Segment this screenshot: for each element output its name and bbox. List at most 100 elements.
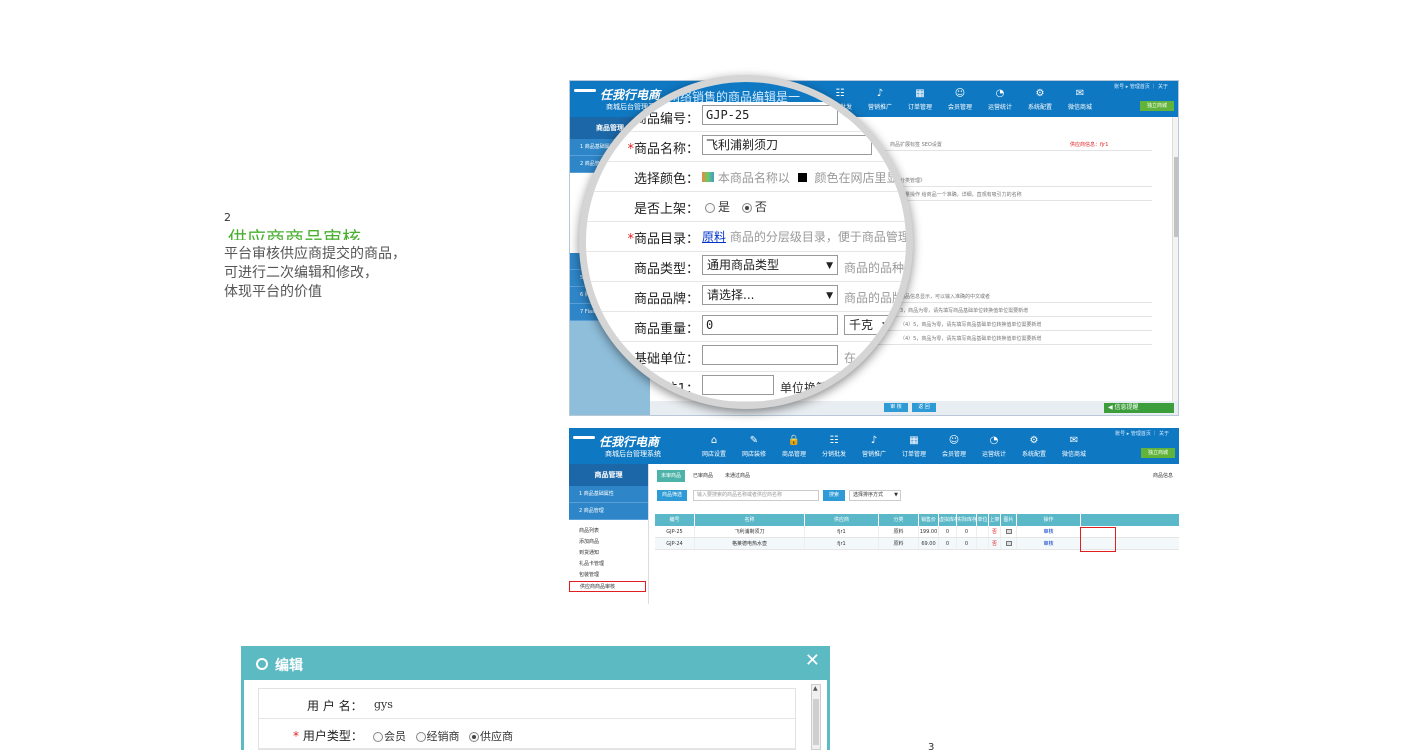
editor-scrollbar[interactable] (1172, 117, 1178, 415)
sidebar-item-gift-card[interactable]: 礼品卡管理 (569, 559, 648, 570)
image-icon (1001, 538, 1017, 549)
message-reminder-button[interactable]: ◀ 信息提醒 (1104, 403, 1174, 413)
nav-item-label: 运营统计 (981, 450, 1006, 458)
top-links[interactable]: 账号 ▸ 管理首页 ｜ 关于 (1114, 83, 1168, 90)
column-header[interactable]: 实际库存 (957, 514, 977, 526)
field-label: 商品重量： (633, 322, 699, 337)
listed-no-radio[interactable] (741, 202, 752, 213)
product-brand-select[interactable]: 请选择... ▼ (702, 285, 838, 305)
sidebar-item-product-list[interactable]: 商品列表 (569, 526, 648, 537)
table-cell-unit (977, 538, 989, 549)
field-row-unit1: 位1： 单位换算 (586, 372, 906, 402)
independent-shop-button[interactable]: 独立商城 (1140, 101, 1174, 111)
column-header[interactable]: 上架 (989, 514, 1001, 526)
product-weight-input[interactable]: 0 (702, 315, 838, 335)
product-info-link[interactable]: 商品信息 (1149, 470, 1177, 482)
review-table-header: 编号名称供应商分类销售价虚拟库存实际库存单位上架图片操作 (655, 514, 1179, 526)
magnifier-lens: （网络销售的商品编辑是一 商品编号： GJP-25 *商品名称： 飞利浦剃须刀 … (579, 75, 913, 409)
sidebar-group-1[interactable]: 1 商品基础属性 (569, 486, 648, 503)
speaker-icon: ♪ (870, 434, 878, 446)
nav-item-10[interactable]: ✉ 微信商城 (1054, 428, 1094, 464)
nav-item-8[interactable]: ◔ 运营统计 (974, 428, 1014, 464)
nav-item-8[interactable]: ◔ 运营统计 (980, 81, 1020, 117)
listed-yes-radio[interactable] (705, 202, 715, 213)
nav-item-label: 商品管理 (781, 450, 806, 458)
nav-item-1[interactable]: ⌂ 网店设置 (694, 428, 734, 464)
nav-item-6[interactable]: ▦ 订单管理 (900, 81, 940, 117)
column-header[interactable]: 销售价 (919, 514, 939, 526)
nav-item-label: 网店装修 (741, 450, 766, 458)
supplier-review-screenshot: 任我行电商 商城后台管理系统 ⌂ 网店设置 ✎ 网店装修 🔒 商品管理 ☷ 分销批发 ♪ 营销推广… (569, 428, 1179, 604)
column-header[interactable]: 虚拟库存 (939, 514, 957, 526)
base-unit-input[interactable] (702, 345, 838, 365)
review-tabs: 未审商品 已审商品 未通过商品 (657, 470, 754, 482)
usertype-supplier-radio[interactable] (469, 732, 479, 742)
independent-shop-button[interactable]: 独立商城 (1141, 448, 1175, 458)
product-type-select[interactable]: 通用商品类型 ▼ (702, 255, 838, 275)
nav-item-3[interactable]: 🔒 商品管理 (774, 428, 814, 464)
column-header[interactable]: 编号 (655, 514, 695, 526)
nav-item-label: 订单管理 (907, 103, 932, 111)
nav-item-7[interactable]: ☺ 会员管理 (934, 428, 974, 464)
search-button[interactable]: 搜索 (823, 490, 845, 501)
column-header[interactable]: 操作 (1017, 514, 1081, 526)
usertype-dealer-radio[interactable] (415, 732, 426, 742)
column-header[interactable]: 图片 (1001, 514, 1017, 526)
sidebar-group-2[interactable]: 2 商品管理 (569, 503, 648, 520)
review-action-link[interactable]: 审核 (1017, 538, 1081, 549)
filter-button[interactable]: 商品筛选 (657, 490, 687, 501)
product-code-input[interactable]: GJP-25 (702, 105, 838, 125)
back-button[interactable]: 返 回 (912, 403, 936, 412)
pie-chart-icon: ◔ (995, 87, 1005, 99)
nav-item-6[interactable]: ▦ 订单管理 (894, 428, 934, 464)
logo-swoosh-icon (573, 436, 595, 439)
table-cell-listed: 否 (989, 526, 1001, 537)
top-links[interactable]: 账号 ▸ 管理首页 ｜ 关于 (1115, 430, 1169, 437)
table-cell-name: 格莱德电热水壶 (695, 538, 805, 549)
close-icon[interactable]: ✕ (805, 652, 820, 670)
search-input[interactable]: 输入要搜索的商品名称或者供应商名称 (693, 490, 819, 501)
category-value: 原料 商品的分层级目录，便于商品管理， (702, 230, 913, 244)
category-link[interactable]: 原料 (702, 230, 726, 244)
column-header[interactable]: 名称 (695, 514, 805, 526)
sidebar-item-supplier-review[interactable]: 供应商商品审核 (569, 581, 646, 592)
review-action-link[interactable]: 审核 (1017, 526, 1081, 537)
sidebar-item-add-product[interactable]: 添加商品 (569, 537, 648, 548)
username-row: 用 户 名： gys (259, 689, 795, 719)
tab-reviewed[interactable]: 已审商品 (689, 470, 717, 482)
nav-item-5[interactable]: ♪ 营销推广 (854, 428, 894, 464)
column-header[interactable]: 单位 (977, 514, 989, 526)
nav-item-10[interactable]: ✉ 微信商城 (1060, 81, 1100, 117)
table-cell-category: 原料 (879, 526, 919, 537)
sidebar-item-arrival-notice[interactable]: 到货通知 (569, 548, 648, 559)
column-header[interactable]: 分类 (879, 514, 919, 526)
dialog-scrollbar[interactable]: ▲ (811, 684, 821, 750)
nav-item-9[interactable]: ⚙ 系统配置 (1020, 81, 1060, 117)
nav-item-label: 分销批发 (821, 450, 846, 458)
nav-item-9[interactable]: ⚙ 系统配置 (1014, 428, 1054, 464)
table-cell-listed: 否 (989, 538, 1001, 549)
circle-icon (256, 658, 268, 670)
nav-item-4[interactable]: ☷ 分销批发 (814, 428, 854, 464)
username-label: 用 户 名： (307, 699, 363, 713)
product-name-input[interactable]: 飞利浦剃须刀 (702, 135, 872, 155)
nav-item-label: 微信商城 (1067, 103, 1092, 111)
sort-select[interactable]: 选择排序方式 ▼ (849, 490, 901, 501)
approve-button[interactable]: 审 核 (884, 403, 908, 412)
sidebar-item-packaging[interactable]: 包装管理 (569, 570, 648, 581)
palette-icon[interactable] (702, 172, 714, 182)
tab-rejected[interactable]: 未通过商品 (721, 470, 754, 482)
unit1-input[interactable] (702, 375, 774, 395)
color-swatch-icon[interactable] (797, 173, 807, 182)
nav-item-7[interactable]: ☺ 会员管理 (940, 81, 980, 117)
nav-item-label: 会员管理 (941, 450, 966, 458)
color-hint: 本商品名称以 颜色在网店里显示 (702, 169, 906, 186)
table-cell-virtual: 0 (939, 526, 957, 537)
usertype-member-radio[interactable] (373, 732, 383, 742)
chevron-down-icon: ▼ (826, 261, 833, 271)
nav-item-2[interactable]: ✎ 网店装修 (734, 428, 774, 464)
weight-unit-select[interactable]: 千克 ▼ (844, 315, 894, 335)
column-header[interactable]: 供应商 (805, 514, 879, 526)
tab-pending[interactable]: 未审商品 (657, 470, 686, 482)
sitemap-icon: ☷ (829, 434, 839, 446)
